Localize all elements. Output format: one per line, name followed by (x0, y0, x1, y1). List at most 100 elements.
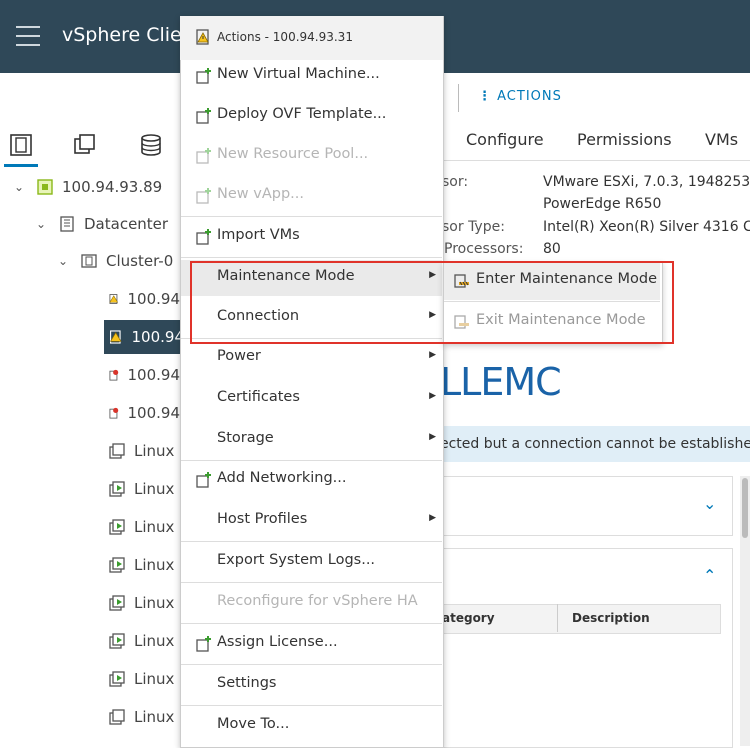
tree-item[interactable]: ⌄ Cluster-0 (58, 244, 180, 278)
actions-link[interactable]: ⋮ ACTIONS (478, 89, 562, 104)
vm-running-icon (109, 671, 125, 687)
menu-item-settings[interactable]: Settings (181, 667, 442, 703)
menu-item-export-system-logs[interactable]: Export System Logs... (181, 544, 442, 580)
menu-divider (181, 257, 442, 258)
tree-item-label: Linux (134, 632, 175, 650)
menu-item-label: New Resource Pool... (217, 146, 369, 162)
tree-item[interactable]: Linux (108, 510, 180, 544)
add-networking-icon (196, 472, 211, 488)
menu-item-label: Certificates (217, 389, 300, 405)
menu-item-assign-license[interactable]: Assign License... (181, 626, 442, 662)
tree-item-label: Linux (134, 708, 175, 726)
model-value: PowerEdge R650 (543, 196, 662, 212)
tree-item-label: Linux (134, 670, 175, 688)
column-divider (557, 604, 558, 632)
menu-item-label: New Virtual Machine... (217, 66, 380, 82)
cluster-icon (81, 254, 97, 268)
alert-banner-text: ected but a connection cannot be establi… (440, 436, 750, 452)
menu-item-new-vapp[interactable]: New vApp... (181, 178, 442, 214)
tab-vms[interactable]: VMs (705, 130, 738, 149)
chevron-down-icon[interactable]: ⌄ (14, 180, 28, 194)
menu-item-import-vms[interactable]: Import VMs (181, 219, 442, 255)
tab-permissions[interactable]: Permissions (577, 130, 672, 149)
tree-item[interactable]: Linux (108, 700, 180, 734)
tree-item[interactable]: Linux (108, 548, 180, 582)
menu-item-label: Host Profiles (217, 511, 308, 527)
menu-item-new-resource-pool[interactable]: New Resource Pool... (181, 138, 442, 174)
menu-item-label: New vApp... (217, 186, 304, 202)
tree-item-label: 100.94 (127, 290, 181, 308)
vm-running-icon (109, 595, 125, 611)
menu-item-label: Power (217, 348, 261, 364)
processor-type-value: Intel(R) Xeon(R) Silver 4316 C (543, 219, 750, 235)
tree-item[interactable]: 100.94 (108, 282, 180, 316)
tree-item-label: 100.94 (127, 404, 181, 422)
menu-item-label: Move To... (217, 716, 290, 732)
tree-item-label: 100.94 (131, 328, 185, 346)
tree-item-label: Cluster-0 (106, 252, 174, 270)
tree-item[interactable]: 100.94 (108, 396, 180, 430)
scrollbar-thumb[interactable] (742, 478, 748, 538)
app-title: vSphere Clier (62, 24, 190, 46)
tree-item-label: Linux (134, 594, 175, 612)
tree-item[interactable]: Linux (108, 624, 180, 658)
logical-processors-label: Processors: (444, 241, 524, 257)
tree-item[interactable]: Linux (108, 586, 180, 620)
tree-item[interactable]: Linux (108, 472, 180, 506)
menu-divider (181, 623, 442, 624)
tree-item[interactable]: Linux (108, 434, 180, 468)
submenu-arrow-icon: ▶ (429, 513, 436, 523)
import-vms-icon (196, 229, 211, 245)
divider (458, 84, 459, 112)
menu-item-move-to[interactable]: Move To... (181, 708, 442, 744)
menu-item-certificates[interactable]: Certificates ▶ (181, 381, 442, 417)
tree-item[interactable]: 100.94 (108, 358, 180, 392)
host-error-icon (109, 407, 119, 419)
hypervisor-value: VMware ESXi, 7.0.3, 1948253 (543, 174, 750, 190)
tree-item[interactable]: Linux (108, 662, 180, 696)
menu-item-label: Settings (217, 675, 277, 691)
menu-item-reconfigure-for-vsphere-ha[interactable]: Reconfigure for vSphere HA (181, 585, 442, 621)
tree-item[interactable]: 100.94 (104, 320, 184, 354)
vms-and-templates-icon[interactable] (72, 132, 98, 158)
column-description[interactable]: Description (572, 611, 650, 625)
chevron-up-icon[interactable]: ⌃ (703, 566, 716, 585)
vm-running-icon (109, 557, 125, 573)
tree-item-label: Linux (134, 480, 175, 498)
processor-type-label: sor Type: (442, 219, 505, 235)
menu-item-label: Reconfigure for vSphere HA (217, 593, 418, 609)
host-warning-icon (196, 29, 209, 45)
menu-item-power[interactable]: Power ▶ (181, 340, 442, 376)
column-category[interactable]: ategory (442, 611, 495, 625)
menu-item-label: Storage (217, 430, 274, 446)
tab-configure[interactable]: Configure (466, 130, 544, 149)
chevron-down-icon[interactable]: ⌄ (703, 494, 716, 513)
hosts-and-clusters-icon[interactable] (8, 132, 34, 158)
context-menu-title: Actions - 100.94.93.31 (217, 30, 353, 44)
menu-item-new-virtual-machine[interactable]: New Virtual Machine... (181, 58, 442, 94)
tree-item[interactable]: ⌄ Datacenter (36, 207, 180, 241)
tree-item[interactable]: ⌄ 100.94.93.89 (14, 170, 180, 204)
menu-item-add-networking[interactable]: Add Networking... (181, 462, 442, 498)
storage-icon[interactable] (138, 132, 164, 158)
chevron-down-icon[interactable]: ⌄ (36, 217, 50, 231)
menu-divider (181, 705, 442, 706)
menu-item-deploy-ovf-template[interactable]: Deploy OVF Template... (181, 98, 442, 134)
submenu-arrow-icon: ▶ (429, 391, 436, 401)
new-resource-pool-icon (196, 148, 211, 164)
expanded-card (440, 548, 733, 748)
vm-icon (109, 443, 125, 459)
menu-item-host-profiles[interactable]: Host Profiles ▶ (181, 503, 442, 539)
menu-item-storage[interactable]: Storage ▶ (181, 422, 442, 458)
tab-separator (440, 160, 750, 161)
chevron-down-icon[interactable]: ⌄ (58, 254, 72, 268)
hamburger-icon[interactable] (16, 26, 40, 46)
actions-label: ACTIONS (497, 89, 562, 104)
annotation-highlight-box (190, 261, 674, 344)
new-vapp-icon (196, 188, 211, 204)
datacenter-icon (60, 216, 74, 232)
menu-divider (181, 541, 442, 542)
menu-item-label: Add Networking... (217, 470, 347, 486)
menu-divider (181, 664, 442, 665)
menu-item-label: Deploy OVF Template... (217, 106, 387, 122)
